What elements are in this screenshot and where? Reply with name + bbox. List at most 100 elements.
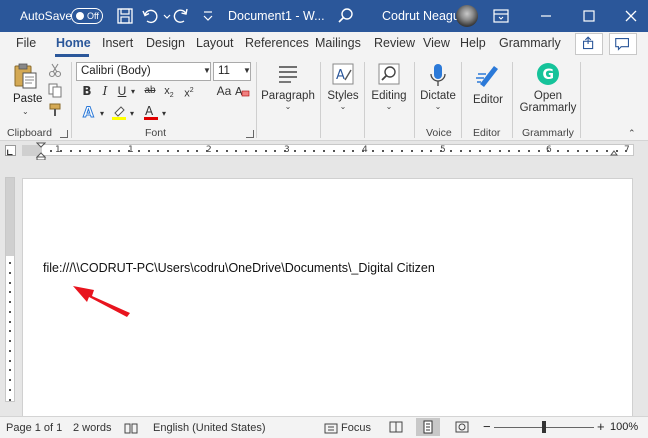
collapse-ribbon-icon[interactable]: ⌃ xyxy=(628,128,636,139)
comments-button[interactable] xyxy=(609,33,637,55)
clear-formatting-icon[interactable]: A xyxy=(234,83,250,99)
paste-dropdown-icon[interactable]: ⌄ xyxy=(22,107,29,116)
ruler-tick xyxy=(176,150,179,152)
maximize-icon[interactable] xyxy=(580,7,598,25)
vertical-ruler-tick xyxy=(9,398,11,401)
font-launcher-icon[interactable] xyxy=(246,130,254,138)
zoom-out-button[interactable]: − xyxy=(483,419,491,434)
ruler-tick xyxy=(215,150,218,152)
ribbon-display-icon[interactable] xyxy=(492,7,510,25)
font-family-select[interactable]: Calibri (Body) xyxy=(76,62,211,81)
tab-layout[interactable]: Layout xyxy=(196,36,234,50)
document-text[interactable]: file:///\\CODRUT-PC\Users\codru\OneDrive… xyxy=(43,261,435,275)
highlight-dropdown-icon[interactable]: ▾ xyxy=(130,109,134,118)
format-painter-icon[interactable] xyxy=(47,102,63,118)
cut-icon[interactable] xyxy=(47,62,63,78)
save-icon[interactable] xyxy=(116,7,134,25)
dictate-button[interactable]: Dictate ⌄ xyxy=(419,62,457,111)
microphone-icon xyxy=(430,64,446,86)
tab-design[interactable]: Design xyxy=(146,36,185,50)
paste-icon[interactable] xyxy=(12,62,38,90)
text-effects-icon[interactable]: A xyxy=(80,103,98,122)
ruler-tick xyxy=(498,150,501,152)
focus-icon[interactable] xyxy=(324,421,338,435)
ruler-tick xyxy=(362,150,364,152)
undo-icon[interactable] xyxy=(141,7,159,25)
tab-help[interactable]: Help xyxy=(460,36,486,50)
tab-mailings[interactable]: Mailings xyxy=(315,36,361,50)
subscript-button[interactable]: x2 xyxy=(161,83,177,99)
ribbon-separator xyxy=(512,62,513,138)
read-mode-icon[interactable] xyxy=(389,420,403,434)
share-button[interactable] xyxy=(575,33,603,55)
font-family-dropdown-icon[interactable]: ▼ xyxy=(203,66,211,75)
font-color-dropdown-icon[interactable]: ▾ xyxy=(162,109,166,118)
tab-selector-icon[interactable] xyxy=(5,145,16,156)
language[interactable]: English (United States) xyxy=(153,422,266,434)
tab-home[interactable]: Home xyxy=(56,36,91,50)
redo-icon[interactable] xyxy=(172,7,190,25)
ruler-tick xyxy=(59,150,62,152)
ruler-tick xyxy=(342,150,345,152)
ruler-tick xyxy=(596,150,598,152)
underline-dropdown-icon[interactable]: ▾ xyxy=(131,87,135,96)
superscript-button[interactable]: x2 xyxy=(181,83,197,100)
editor-button[interactable]: Editor xyxy=(469,62,507,106)
web-layout-icon[interactable] xyxy=(455,420,469,434)
paragraph-button[interactable]: Paragraph ⌄ xyxy=(261,62,315,111)
toggle-knob xyxy=(76,12,84,20)
ruler-tick xyxy=(274,150,277,152)
copy-icon[interactable] xyxy=(47,82,63,98)
editor-pen-icon xyxy=(476,66,498,87)
ruler-tick xyxy=(137,150,140,152)
word-count[interactable]: 2 words xyxy=(73,422,112,434)
tab-view[interactable]: View xyxy=(423,36,450,50)
ruler-tick xyxy=(625,150,628,152)
font-size-dropdown-icon[interactable]: ▼ xyxy=(243,66,251,75)
close-icon[interactable] xyxy=(622,7,640,25)
tab-review[interactable]: Review xyxy=(374,36,415,50)
avatar[interactable] xyxy=(456,5,478,27)
clipboard-launcher-icon[interactable] xyxy=(60,130,68,138)
zoom-slider-thumb[interactable] xyxy=(542,421,546,433)
search-icon[interactable] xyxy=(337,7,355,25)
strikethrough-button[interactable]: ab xyxy=(142,83,158,99)
page-count[interactable]: Page 1 of 1 xyxy=(6,422,62,434)
indent-marker-icon[interactable] xyxy=(35,142,47,161)
change-case-button[interactable]: Aa xyxy=(216,83,232,99)
ruler-tick xyxy=(547,150,550,152)
font-color-icon[interactable]: A xyxy=(142,103,160,121)
ruler-tick xyxy=(108,150,111,152)
ruler-tick xyxy=(518,150,520,152)
ruler-tick xyxy=(206,150,208,152)
user-name[interactable]: Codrut Neagu xyxy=(382,0,460,32)
styles-button[interactable]: A Styles ⌄ xyxy=(327,62,359,111)
highlight-color-icon[interactable] xyxy=(110,103,128,121)
autosave-toggle[interactable]: Off xyxy=(71,8,103,24)
focus-label[interactable]: Focus xyxy=(341,422,371,434)
tab-references[interactable]: References xyxy=(245,36,309,50)
text-effects-dropdown-icon[interactable]: ▾ xyxy=(100,109,104,118)
tab-file[interactable]: File xyxy=(16,36,36,50)
zoom-level[interactable]: 100% xyxy=(610,421,638,433)
italic-button[interactable]: I xyxy=(97,83,113,99)
editing-button[interactable]: Editing ⌄ xyxy=(371,62,407,111)
minimize-icon[interactable] xyxy=(537,7,555,25)
undo-dropdown-icon[interactable] xyxy=(158,7,171,25)
proofing-icon[interactable] xyxy=(124,421,138,435)
ruler-tick xyxy=(576,150,579,152)
tab-insert[interactable]: Insert xyxy=(102,36,133,50)
ribbon-separator xyxy=(320,62,321,138)
tab-grammarly[interactable]: Grammarly xyxy=(499,36,561,50)
vertical-ruler-tick xyxy=(9,359,11,362)
bold-button[interactable]: B xyxy=(79,83,95,99)
underline-button[interactable]: U xyxy=(114,83,130,99)
paste-button-label[interactable]: Paste xyxy=(13,93,42,105)
customize-qat-icon[interactable] xyxy=(199,7,213,25)
zoom-in-button[interactable]: + xyxy=(597,419,605,434)
document-title: Document1 - W... xyxy=(228,9,325,23)
vertical-ruler-tick xyxy=(9,330,11,333)
print-layout-icon[interactable] xyxy=(421,420,435,434)
right-indent-marker-icon[interactable] xyxy=(610,147,618,156)
open-grammarly-button[interactable]: G Open Grammarly xyxy=(518,62,578,114)
